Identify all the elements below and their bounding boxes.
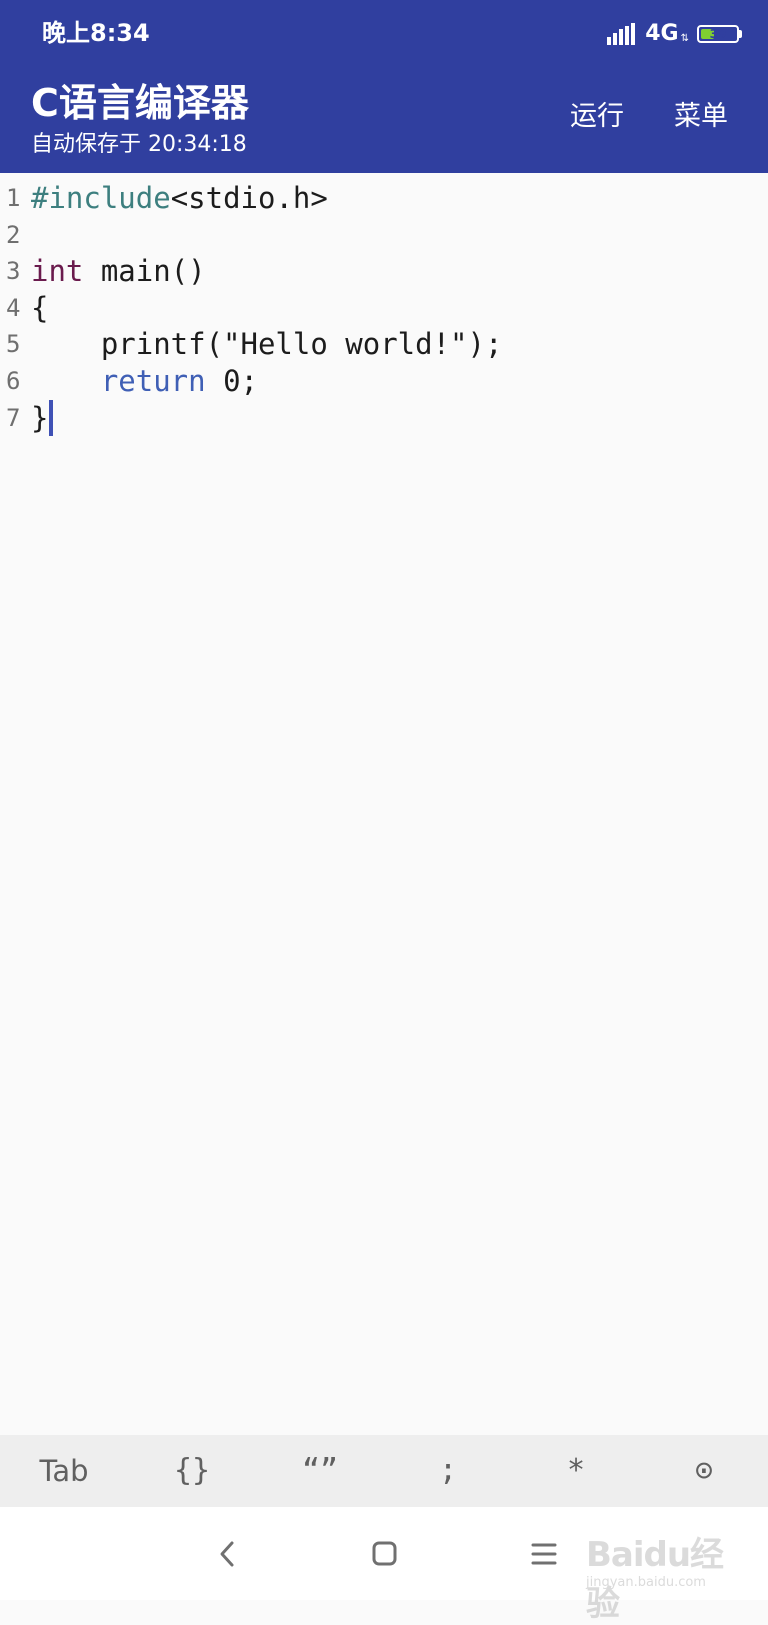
semicolon-key[interactable]: ;	[384, 1435, 512, 1507]
code-line[interactable]: 6 return 0;	[0, 363, 768, 400]
code-line[interactable]: 1 #include<stdio.h>	[0, 180, 768, 217]
code-token-plain: printf("Hello world!");	[31, 327, 503, 362]
line-number: 2	[6, 220, 21, 249]
code-line[interactable]: 7}	[0, 399, 768, 437]
home-icon[interactable]	[359, 1529, 409, 1579]
braces-key[interactable]: {}	[128, 1435, 256, 1507]
code-token-type: int	[31, 254, 84, 289]
code-token-plain: main()	[83, 254, 206, 289]
code-token-plain: 0;	[205, 364, 258, 398]
code-line[interactable]: 5 printf("Hello world!");	[0, 326, 768, 363]
status-bar: 晚上8:34 4G ⇅ 39	[0, 0, 768, 66]
text-cursor	[49, 399, 54, 436]
code-token-preprocessor: #include	[31, 181, 171, 215]
watermark: Baidu经验 jingyan.baidu.com	[586, 1517, 756, 1624]
code-line[interactable]: 2	[0, 217, 768, 254]
code-text: {	[31, 290, 48, 327]
line-number: 1	[6, 184, 21, 212]
code-editor[interactable]: 1 #include<stdio.h> 2 3 int main() 4{5 printf…	[0, 173, 768, 1435]
code-line[interactable]: 4{	[0, 290, 768, 327]
tab-key[interactable]: Tab	[0, 1435, 128, 1507]
code-text: #include<stdio.h>	[31, 180, 328, 217]
battery-tip	[739, 30, 742, 38]
line-number: 5	[6, 330, 21, 359]
code-text: return 0;	[31, 363, 258, 400]
navigation-bar: Baidu经验 jingyan.baidu.com	[0, 1507, 768, 1624]
signal-icon	[607, 23, 636, 45]
menu-button[interactable]: 菜单	[674, 100, 728, 134]
line-number: 7	[6, 403, 21, 432]
line-number: 4	[6, 293, 21, 322]
code-token-plain: <stdio.h>	[170, 181, 328, 215]
run-button[interactable]: 运行	[570, 100, 624, 134]
data-activity-icon: ⇅	[680, 33, 689, 44]
back-icon[interactable]	[202, 1529, 252, 1579]
code-token-plain: {	[31, 290, 49, 325]
code-line[interactable]: 3 int main()	[0, 253, 768, 290]
watermark-url: jingyan.baidu.com	[586, 1575, 706, 1590]
line-number: 6	[6, 367, 21, 395]
code-token-keyword: return	[100, 364, 206, 398]
app-header: 晚上8:34 4G ⇅ 39 C语言编译器 自动保存于 20:34:18 运行 …	[0, 0, 768, 173]
symbol-toolbar: Tab{} “”; * ⊙	[0, 1435, 768, 1507]
quotes-key[interactable]: “”	[256, 1435, 384, 1507]
code-token-plain: }	[31, 400, 49, 435]
recents-icon[interactable]	[519, 1529, 569, 1579]
status-indicators: 4G ⇅ 39	[607, 20, 742, 48]
code-text: }	[31, 399, 54, 437]
app-title: C语言编译器	[31, 81, 249, 125]
battery-icon: 39	[697, 25, 739, 43]
line-number: 3	[6, 257, 21, 286]
network-type: 4G	[645, 21, 679, 46]
battery-level: 39	[709, 27, 727, 41]
code-text: int main()	[31, 253, 206, 290]
asterisk-key[interactable]: *	[512, 1435, 640, 1507]
autosave-status: 自动保存于 20:34:18	[31, 132, 247, 157]
more-key[interactable]: ⊙	[640, 1435, 768, 1507]
code-text: printf("Hello world!");	[31, 326, 503, 363]
status-time: 晚上8:34	[42, 19, 150, 47]
